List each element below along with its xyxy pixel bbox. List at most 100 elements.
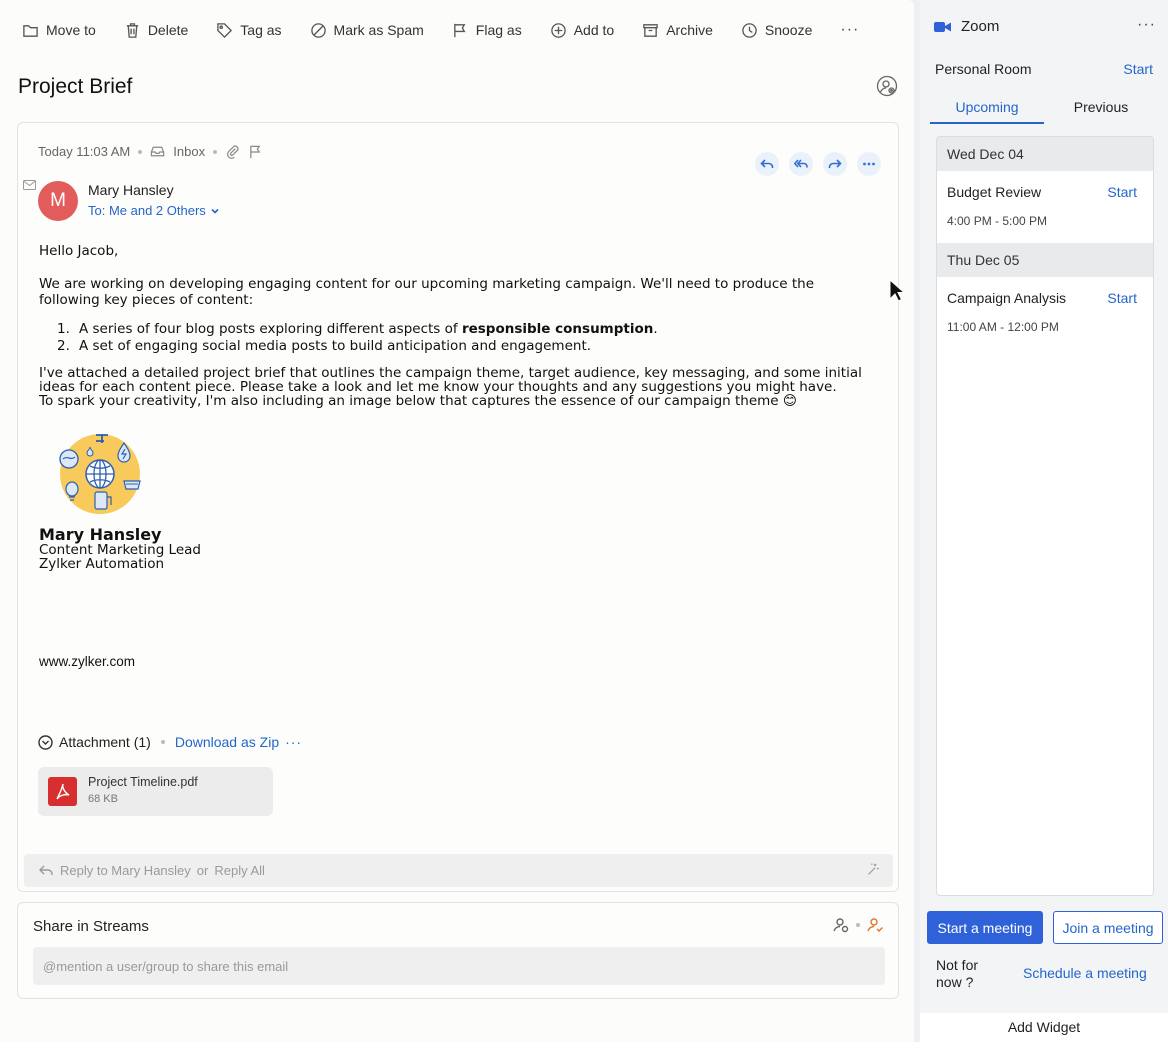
- mail-pane: Move to Delete Tag as Mark as Spam Flag …: [0, 0, 914, 1042]
- move-to-button[interactable]: Move to: [22, 22, 96, 39]
- list-item: 1. A series of four blog posts exploring…: [57, 321, 879, 338]
- archive-button[interactable]: Archive: [642, 22, 713, 39]
- plus-circle-icon: [550, 22, 566, 38]
- separator-dot: [856, 923, 860, 927]
- campaign-theme-image: [59, 434, 141, 514]
- video-camera-icon: [934, 21, 951, 32]
- tag-as-button[interactable]: Tag as: [216, 22, 282, 39]
- attachment-clip-icon: [227, 145, 239, 159]
- separator-dot: [213, 149, 218, 154]
- envelope-icon: [23, 180, 36, 190]
- magic-wand-icon[interactable]: [865, 862, 881, 876]
- meeting-start-link[interactable]: Start: [1107, 184, 1137, 200]
- message-actions: [755, 152, 881, 176]
- signature-details: Content Marketing Lead Zylker Automation: [39, 543, 201, 571]
- folder-icon: [23, 24, 38, 37]
- not-now-link[interactable]: Not for now ?: [936, 957, 996, 991]
- mail-toolbar: Move to Delete Tag as Mark as Spam Flag …: [0, 0, 914, 60]
- body-line: I've attached a detailed project brief t…: [39, 365, 862, 395]
- message-card: Today 11:03 AM Inbox M Mary Hansley To: …: [17, 122, 899, 892]
- recipients-label: To: Me and 2 Others: [88, 203, 206, 218]
- trash-icon: [126, 22, 138, 38]
- zoom-header: Zoom: [934, 18, 999, 35]
- tab-previous[interactable]: Previous: [1044, 96, 1158, 124]
- chevron-down-icon: [211, 208, 219, 214]
- streams-actions: [832, 916, 884, 934]
- schedule-meeting-link[interactable]: Schedule a meeting: [1023, 965, 1147, 981]
- list-text-end: .: [653, 321, 658, 337]
- pdf-icon: [48, 777, 77, 806]
- day-header: Wed Dec 04: [937, 137, 1153, 171]
- tag-as-label: Tag as: [240, 22, 282, 38]
- meeting-tabs: Upcoming Previous: [930, 96, 1158, 124]
- meetings-list: Wed Dec 04 Budget Review Start 4:00 PM -…: [936, 136, 1154, 896]
- reply-button[interactable]: [755, 152, 779, 176]
- mouse-cursor-icon: [889, 279, 905, 302]
- zoom-more-button[interactable]: ···: [1137, 16, 1156, 34]
- streams-mention-input[interactable]: @mention a user/group to share this emai…: [33, 947, 885, 985]
- reply-all-button[interactable]: [789, 152, 813, 176]
- reply-to-label[interactable]: Reply to Mary Hansley: [60, 863, 191, 878]
- flag-icon: [453, 23, 466, 37]
- forward-icon: [828, 159, 842, 168]
- recipients-toggle[interactable]: To: Me and 2 Others: [88, 203, 220, 218]
- attachment-file[interactable]: Project Timeline.pdf 68 KB: [38, 767, 273, 816]
- quick-reply-bar[interactable]: Reply to Mary Hansley or Reply All: [24, 854, 893, 887]
- collapse-toggle-icon[interactable]: [38, 734, 53, 750]
- list-text: A series of four blog posts exploring di…: [79, 321, 462, 337]
- attachment-more-button[interactable]: ···: [285, 734, 302, 750]
- body-paragraph: We are working on developing engaging co…: [39, 276, 815, 308]
- personal-room-label: Personal Room: [935, 61, 1032, 77]
- message-folder[interactable]: Inbox: [173, 144, 205, 159]
- list-number: 1.: [57, 321, 70, 337]
- tag-icon: [217, 22, 233, 38]
- forward-button[interactable]: [823, 152, 847, 176]
- meeting-time: 11:00 AM - 12:00 PM: [947, 320, 1059, 334]
- add-to-label: Add to: [573, 22, 615, 38]
- add-to-button[interactable]: Add to: [550, 22, 614, 39]
- reply-icon: [760, 159, 774, 168]
- reply-all-icon: [794, 159, 808, 168]
- flag-as-button[interactable]: Flag as: [452, 22, 522, 39]
- list-number: 2.: [57, 338, 70, 354]
- add-widget-button[interactable]: Add Widget: [920, 1013, 1168, 1042]
- snooze-button[interactable]: Snooze: [741, 22, 812, 39]
- sender-name[interactable]: Mary Hansley: [88, 182, 174, 198]
- message-more-button[interactable]: [857, 152, 881, 176]
- message-time: Today 11:03 AM: [38, 144, 131, 159]
- signature-company: Zylker Automation: [39, 556, 165, 572]
- meeting-start-link[interactable]: Start: [1107, 290, 1137, 306]
- flag-icon[interactable]: [248, 144, 263, 159]
- meeting-time: 4:00 PM - 5:00 PM: [947, 214, 1048, 228]
- meeting-title: Budget Review: [947, 184, 1042, 200]
- delete-label: Delete: [147, 22, 189, 38]
- mark-spam-button[interactable]: Mark as Spam: [310, 22, 424, 39]
- personal-room-start-link[interactable]: Start: [1123, 61, 1153, 77]
- snooze-label: Snooze: [764, 22, 813, 38]
- reply-all-label[interactable]: Reply All: [214, 863, 265, 878]
- user-settings-icon[interactable]: [832, 916, 850, 934]
- body-paragraph: I've attached a detailed project brief t…: [39, 366, 879, 408]
- user-settings-icon[interactable]: [876, 75, 898, 97]
- download-zip-link[interactable]: Download as Zip: [175, 734, 279, 750]
- archive-icon: [643, 23, 658, 37]
- website-link[interactable]: www.zylker.com: [39, 654, 135, 669]
- streams-title: Share in Streams: [33, 918, 149, 935]
- user-check-icon[interactable]: [866, 916, 884, 934]
- meeting-item: Campaign Analysis Start 11:00 AM - 12:00…: [937, 277, 1153, 349]
- attachment-name: Project Timeline.pdf: [88, 775, 198, 789]
- sender-avatar: M: [38, 181, 78, 221]
- list-bold-text: responsible consumption: [461, 321, 654, 337]
- message-meta: Today 11:03 AM Inbox: [38, 144, 263, 159]
- delete-button[interactable]: Delete: [124, 22, 188, 39]
- meeting-title: Campaign Analysis: [947, 290, 1067, 306]
- list-item: 2. A set of engaging social media posts …: [57, 338, 879, 355]
- toolbar-more-button[interactable]: ···: [840, 21, 859, 39]
- separator-dot: [138, 149, 143, 154]
- start-meeting-button[interactable]: Start a meeting: [927, 911, 1043, 944]
- tab-upcoming[interactable]: Upcoming: [930, 96, 1044, 124]
- join-meeting-button[interactable]: Join a meeting: [1053, 911, 1163, 944]
- share-in-streams-panel: Share in Streams @mention a user/group t…: [17, 902, 899, 999]
- body-line: To spark your creativity, I'm also inclu…: [39, 393, 797, 409]
- day-header: Thu Dec 05: [937, 243, 1153, 277]
